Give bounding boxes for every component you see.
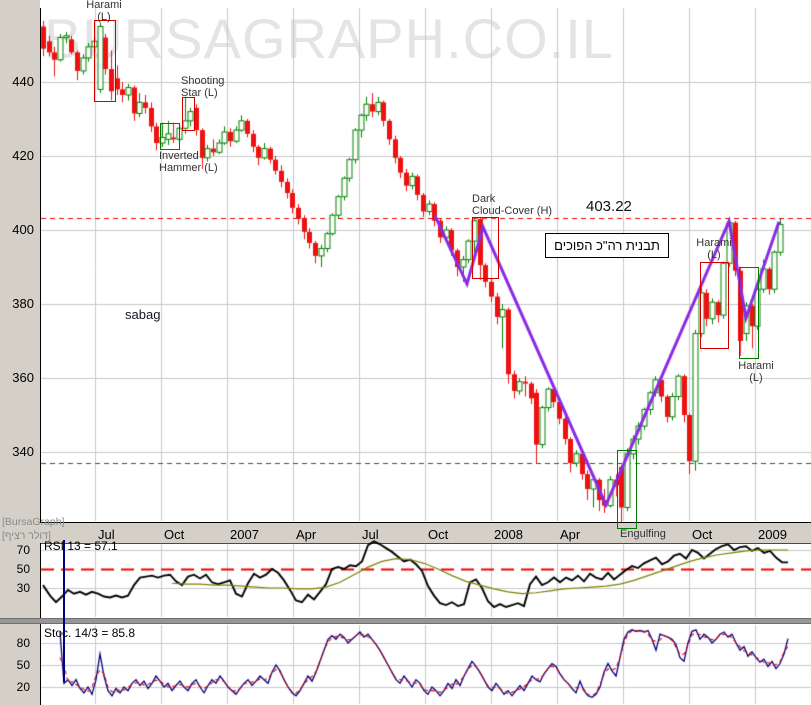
stoch-tick-label: 20 bbox=[16, 679, 30, 694]
dark-cloud-cover-label: Dark Cloud-Cover (H) bbox=[472, 193, 553, 217]
stoch-tick-label: 50 bbox=[16, 657, 30, 672]
y-axis-label: 340 bbox=[12, 444, 34, 459]
dark-cloud-cover-box bbox=[472, 217, 499, 279]
stoch-tick-label: 80 bbox=[16, 636, 30, 650]
engulfing-label: Engulfing bbox=[620, 528, 666, 540]
x-axis-label: Oct bbox=[428, 527, 449, 542]
shooting-star-box bbox=[182, 96, 195, 131]
x-axis-label: 2009 bbox=[758, 527, 787, 542]
x-axis-label: 2008 bbox=[494, 527, 523, 542]
y-axis-label: 380 bbox=[12, 296, 34, 311]
y-axis-line-lower bbox=[40, 543, 41, 705]
y-axis-label: 420 bbox=[12, 148, 34, 163]
sabag-annotation: sabag bbox=[125, 307, 161, 322]
inverted-hammer-label: Inverted Hammer (L) bbox=[159, 150, 218, 174]
x-axis-label: Jul bbox=[362, 527, 379, 542]
shooting-star-label: Shooting Star (L) bbox=[181, 75, 225, 99]
harami-1-box bbox=[94, 19, 116, 103]
price-level-label: 403.22 bbox=[586, 198, 632, 215]
panel-divider[interactable] bbox=[0, 618, 811, 624]
y-axis-label: 360 bbox=[12, 370, 34, 385]
harami-1-label: Harami (L) bbox=[86, 0, 122, 23]
hebrew-note-box[interactable]: תבנית רה"כ הפוכים bbox=[545, 233, 669, 258]
chart-canvas bbox=[0, 0, 811, 705]
harami-3-label: Harami (L) bbox=[738, 360, 774, 384]
rsi-tick-label: 50 bbox=[16, 562, 30, 576]
y-axis-line bbox=[40, 8, 41, 522]
x-axis-label: Apr bbox=[296, 527, 317, 542]
x-axis-label: Oct bbox=[692, 527, 713, 542]
chart-application: BURSAGRAPH.CO.IL 440420400380360340JulOc… bbox=[0, 0, 811, 705]
stochastic-value-label: Stoc. 14/3 = 85.8 bbox=[44, 626, 136, 640]
x-axis-label: Oct bbox=[164, 527, 185, 542]
bursagraph-label: [BursaGraph] bbox=[2, 516, 65, 528]
crosshair-line bbox=[63, 540, 65, 682]
harami-2-box bbox=[700, 262, 729, 349]
rsi-tick-label: 70 bbox=[16, 543, 30, 557]
engulfing-box bbox=[617, 450, 637, 530]
y-axis-label: 400 bbox=[12, 222, 34, 237]
inverted-hammer-box bbox=[160, 123, 180, 150]
x-axis-label: 2007 bbox=[230, 527, 259, 542]
y-axis-label: 440 bbox=[12, 74, 34, 89]
harami-2-label: Harami (L) bbox=[696, 237, 732, 261]
rsi-tick-label: 30 bbox=[16, 581, 30, 595]
rsi-value-label: RSI 13 = 57.1 bbox=[44, 539, 118, 553]
x-axis-line bbox=[40, 522, 811, 523]
x-axis-label: Apr bbox=[560, 527, 581, 542]
harami-3-box bbox=[739, 267, 759, 360]
